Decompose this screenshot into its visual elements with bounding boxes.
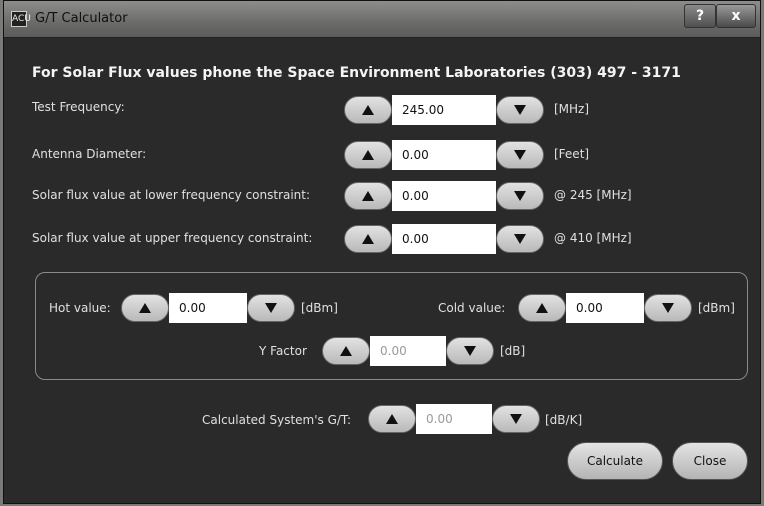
antenna-diameter-input[interactable]: 0.00 [392, 140, 496, 170]
system-gt-spinner: 0.00 [368, 404, 540, 434]
arrow-down-icon [514, 191, 526, 201]
arrow-up-icon [536, 303, 548, 313]
solar-flux-info-heading: For Solar Flux values phone the Space En… [32, 65, 681, 81]
arrow-up-icon [362, 234, 374, 244]
solar-flux-upper-decrement-button[interactable] [496, 225, 544, 253]
y-factor-decrement-button [446, 337, 494, 365]
solar-flux-lower-increment-button[interactable] [344, 182, 392, 210]
arrow-up-icon [362, 191, 374, 201]
solar-flux-lower-input[interactable]: 0.00 [392, 181, 496, 211]
test-frequency-increment-button[interactable] [344, 96, 392, 124]
close-window-button[interactable]: x [716, 4, 756, 28]
hot-value-spinner: 0.00 [121, 293, 296, 323]
system-gt-increment-button [368, 405, 416, 433]
solar-flux-lower-label: Solar flux value at lower frequency cons… [32, 188, 311, 202]
cold-value-increment-button[interactable] [518, 294, 566, 322]
hot-value-decrement-button[interactable] [247, 294, 295, 322]
hot-value-increment-button[interactable] [121, 294, 169, 322]
arrow-down-icon [514, 150, 526, 160]
hot-value-label: Hot value: [49, 301, 111, 315]
y-factor-label: Y Factor [259, 344, 307, 358]
y-factor-spinner: 0.00 [322, 336, 494, 366]
arrow-down-icon [510, 414, 522, 424]
arrow-up-icon [362, 105, 374, 115]
help-button[interactable]: ? [684, 4, 716, 28]
system-gt-label: Calculated System's G/T: [202, 413, 351, 427]
antenna-diameter-increment-button[interactable] [344, 141, 392, 169]
arrow-down-icon [514, 234, 526, 244]
cold-value-unit: [dBm] [698, 301, 735, 315]
test-frequency-decrement-button[interactable] [496, 96, 544, 124]
arrow-up-icon [139, 303, 151, 313]
antenna-diameter-unit: [Feet] [554, 147, 590, 161]
cold-value-label: Cold value: [438, 301, 506, 315]
gt-calculator-window: ACU G/T Calculator ? x For Solar Flux va… [3, 0, 761, 504]
arrow-up-icon [340, 346, 352, 356]
close-button[interactable]: Close [672, 442, 748, 480]
y-factor-output: 0.00 [370, 336, 446, 366]
antenna-diameter-label: Antenna Diameter: [32, 147, 147, 161]
arrow-down-icon [265, 303, 277, 313]
solar-flux-lower-decrement-button[interactable] [496, 182, 544, 210]
solar-flux-upper-increment-button[interactable] [344, 225, 392, 253]
test-frequency-spinner: 245.00 [344, 95, 544, 125]
arrow-down-icon [464, 346, 476, 356]
arrow-down-icon [662, 303, 674, 313]
test-frequency-label: Test Frequency: [32, 100, 125, 114]
cold-value-spinner: 0.00 [518, 293, 692, 323]
solar-flux-upper-label: Solar flux value at upper frequency cons… [32, 231, 313, 245]
antenna-diameter-decrement-button[interactable] [496, 141, 544, 169]
arrow-up-icon [362, 150, 374, 160]
test-frequency-input[interactable]: 245.00 [392, 95, 496, 125]
arrow-up-icon [386, 414, 398, 424]
solar-flux-lower-unit: @ 245 [MHz] [554, 188, 632, 202]
y-factor-unit: [dB] [500, 344, 526, 358]
system-gt-unit: [dB/K] [545, 413, 583, 427]
antenna-diameter-spinner: 0.00 [344, 140, 544, 170]
cold-value-input[interactable]: 0.00 [566, 293, 644, 323]
y-factor-increment-button [322, 337, 370, 365]
solar-flux-upper-input[interactable]: 0.00 [392, 224, 496, 254]
cold-value-decrement-button[interactable] [644, 294, 692, 322]
window-title: G/T Calculator [35, 11, 128, 26]
system-gt-decrement-button [492, 405, 540, 433]
system-gt-output: 0.00 [416, 404, 492, 434]
arrow-down-icon [514, 105, 526, 115]
test-frequency-unit: [MHz] [554, 102, 590, 116]
solar-flux-lower-spinner: 0.00 [344, 181, 544, 211]
hot-value-input[interactable]: 0.00 [169, 293, 247, 323]
title-bar[interactable]: ACU G/T Calculator ? x [4, 1, 760, 38]
solar-flux-upper-spinner: 0.00 [344, 224, 544, 254]
hot-value-unit: [dBm] [301, 301, 338, 315]
app-icon: ACU [11, 11, 31, 27]
calculate-button[interactable]: Calculate [567, 442, 663, 480]
solar-flux-upper-unit: @ 410 [MHz] [554, 231, 632, 245]
